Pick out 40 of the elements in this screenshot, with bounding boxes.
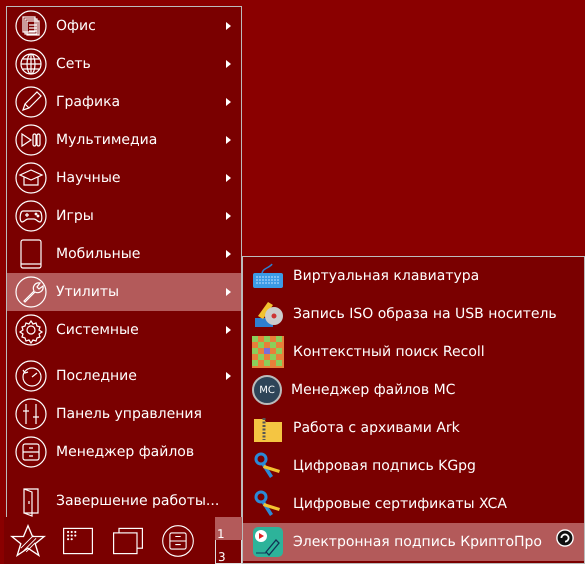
wrench-icon [15, 276, 47, 308]
pencil-icon [15, 86, 47, 118]
menu-item[interactable]: Завершение работы... [7, 482, 241, 520]
menu-item[interactable]: MC Менеджер файлов MC [243, 371, 584, 409]
workspace-button[interactable]: 1 [215, 517, 242, 540]
gear-icon [15, 314, 47, 346]
workspace-button[interactable]: 3 [215, 540, 242, 564]
menu-item[interactable]: Цифровая подпись KGpg [243, 447, 584, 485]
menu-item[interactable]: Работа с архивами Ark [243, 409, 584, 447]
menu-item[interactable]: Менеджер файлов [7, 433, 241, 471]
menu-item[interactable]: Игры [7, 197, 241, 235]
menu-item[interactable]: Цифровые сертификаты XCA [243, 485, 584, 523]
cabinet-icon[interactable] [160, 522, 196, 558]
menu-item[interactable]: Мультимедиа [7, 121, 241, 159]
menu-item[interactable]: Контекстный поиск Recoll [243, 333, 584, 371]
menu-item[interactable]: Последние [7, 357, 241, 395]
cabinet-icon [15, 436, 47, 468]
gamepad-icon [15, 200, 47, 232]
menu-item[interactable]: Системные [7, 311, 241, 349]
menu-item[interactable]: Графика [7, 83, 241, 121]
mouse-cursor-icon [556, 529, 574, 547]
mc-icon: MC [252, 375, 282, 405]
star-icon[interactable] [10, 522, 46, 558]
menu-item[interactable]: Научные [7, 159, 241, 197]
menu-item[interactable]: Утилиты [7, 273, 241, 311]
checker-icon [252, 336, 284, 368]
menu-item[interactable]: Сеть [7, 45, 241, 83]
menu-item[interactable]: Офис [7, 7, 241, 45]
menu-item[interactable]: Виртуальная клавиатура [243, 257, 584, 295]
docs-icon [15, 10, 47, 42]
menu-item[interactable]: Панель управления [7, 395, 241, 433]
menu-item[interactable]: Электронная подпись КриптоПро [243, 523, 584, 561]
globe-icon [15, 48, 47, 80]
play-pause-icon [15, 124, 47, 156]
pen-tablet-icon [252, 526, 284, 558]
sliders-icon [15, 398, 47, 430]
graduation-cap-icon [15, 162, 47, 194]
menu-item[interactable]: Мобильные [7, 235, 241, 273]
menu-item[interactable]: Запись ISO образа на USB носитель [243, 295, 584, 333]
clock-icon [15, 360, 47, 392]
